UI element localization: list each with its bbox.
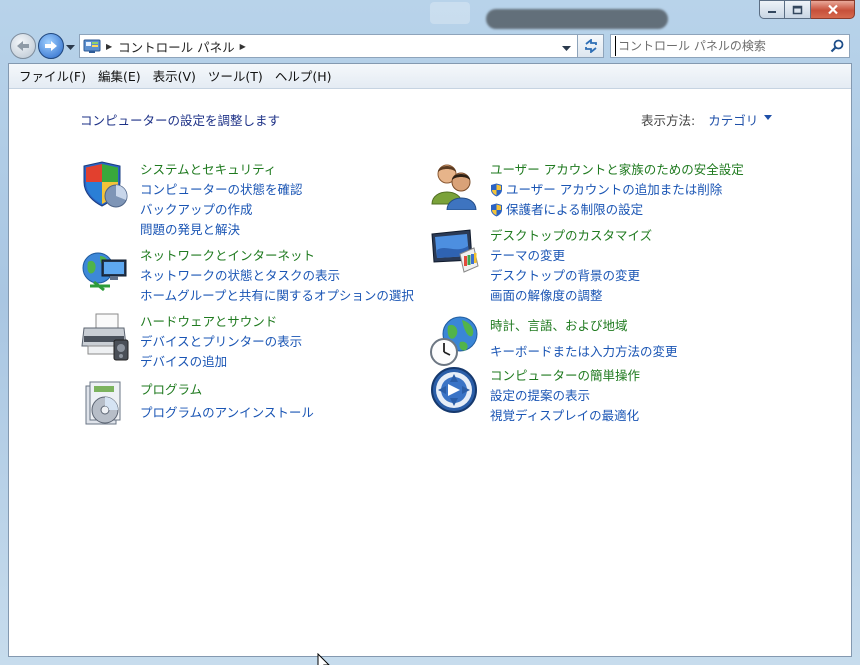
category-title[interactable]: プログラム <box>140 380 314 400</box>
link-create-backup[interactable]: バックアップの作成 <box>140 200 303 220</box>
arrow-left-icon <box>17 41 29 51</box>
refresh-icon <box>584 39 597 53</box>
title-bar[interactable] <box>0 0 860 29</box>
minimize-button[interactable] <box>759 0 785 19</box>
link-add-device[interactable]: デバイスの追加 <box>140 352 302 372</box>
back-button[interactable] <box>10 33 36 59</box>
menu-help[interactable]: ヘルプ(H) <box>269 64 338 89</box>
caption-buttons <box>759 0 855 19</box>
category-title[interactable]: ユーザー アカウントと家族のための安全設定 <box>490 160 744 180</box>
network-icon[interactable] <box>80 246 130 296</box>
link-view-devices-printers[interactable]: デバイスとプリンターの表示 <box>140 332 302 352</box>
mouse-cursor-icon <box>317 653 330 665</box>
link-homegroup-sharing-options[interactable]: ホームグループと共有に関するオプションの選択 <box>140 286 414 306</box>
uac-shield-icon <box>491 183 502 197</box>
breadcrumb-control-panel[interactable]: コントロール パネル <box>118 37 234 56</box>
chevron-down-icon <box>562 46 571 51</box>
clock-globe-icon[interactable] <box>430 316 480 366</box>
category-texts: 時計、言語、および地域 キーボードまたは入力方法の変更 <box>490 316 678 362</box>
shield-icon[interactable] <box>80 160 130 210</box>
main-content: コンピューターの設定を調整します 表示方法: カテゴリ システムとセキュリティ … <box>9 89 851 665</box>
view-by-selector: 表示方法: カテゴリ <box>641 110 773 129</box>
link-label: ユーザー アカウントの追加または削除 <box>506 182 723 197</box>
link-view-network-status[interactable]: ネットワークの状態とタスクの表示 <box>140 266 414 286</box>
window-client-area: ファイル(F) 編集(E) 表示(V) ツール(T) ヘルプ(H) コンピュータ… <box>8 63 852 665</box>
view-by-label: 表示方法: <box>641 113 696 128</box>
background-window-ghost <box>486 9 668 29</box>
link-adjust-screen-resolution[interactable]: 画面の解像度の調整 <box>490 286 652 306</box>
search-box[interactable] <box>610 34 850 58</box>
arrow-right-icon <box>45 41 57 51</box>
maximize-button[interactable] <box>785 0 811 19</box>
control-panel-icon <box>83 39 101 53</box>
menu-edit[interactable]: 編集(E) <box>92 64 147 89</box>
link-optimize-visual-display[interactable]: 視覚ディスプレイの最適化 <box>490 406 640 426</box>
link-label: 保護者による制限の設定 <box>506 202 644 217</box>
breadcrumb-separator-icon[interactable]: ▶ <box>240 42 246 51</box>
category-texts: ハードウェアとサウンド デバイスとプリンターの表示 デバイスの追加 <box>140 312 302 372</box>
chevron-down-icon[interactable] <box>764 115 773 120</box>
category-title[interactable]: システムとセキュリティ <box>140 160 303 180</box>
background-window-ghost <box>430 2 470 24</box>
recent-pages-dropdown[interactable] <box>66 40 75 54</box>
maximize-icon <box>792 5 803 14</box>
category-texts: ネットワークとインターネット ネットワークの状態とタスクの表示 ホームグループと… <box>140 246 414 306</box>
link-find-fix-problems[interactable]: 問題の発見と解決 <box>140 220 303 240</box>
refresh-button[interactable] <box>578 34 604 58</box>
search-input[interactable] <box>615 36 825 56</box>
search-icon[interactable] <box>830 39 844 53</box>
ease-of-access-icon[interactable] <box>430 366 480 416</box>
menu-tools[interactable]: ツール(T) <box>202 64 269 89</box>
category-texts: ユーザー アカウントと家族のための安全設定 ユーザー アカウントの追加または削除… <box>490 160 744 220</box>
close-button[interactable] <box>811 0 855 19</box>
close-icon <box>827 4 838 15</box>
category-title[interactable]: コンピューターの簡単操作 <box>490 366 640 386</box>
menu-view[interactable]: 表示(V) <box>147 64 202 89</box>
category-texts: プログラム プログラムのアンインストール <box>140 380 314 423</box>
category-texts: システムとセキュリティ コンピューターの状態を確認 バックアップの作成 問題の発… <box>140 160 303 240</box>
link-change-desktop-background[interactable]: デスクトップの背景の変更 <box>490 266 652 286</box>
chevron-down-icon <box>66 45 75 50</box>
users-icon[interactable] <box>430 160 480 210</box>
address-history-dropdown[interactable] <box>562 41 571 55</box>
category-texts: コンピューターの簡単操作 設定の提案の表示 視覚ディスプレイの最適化 <box>490 366 640 426</box>
forward-button[interactable] <box>38 33 64 59</box>
link-change-keyboard-input[interactable]: キーボードまたは入力方法の変更 <box>490 342 678 362</box>
display-icon[interactable] <box>430 226 480 276</box>
link-change-theme[interactable]: テーマの変更 <box>490 246 652 266</box>
category-title[interactable]: デスクトップのカスタマイズ <box>490 226 652 246</box>
link-parental-controls[interactable]: 保護者による制限の設定 <box>490 200 744 220</box>
category-title[interactable]: ネットワークとインターネット <box>140 246 414 266</box>
navigation-bar: ▶ コントロール パネル ▶ <box>0 30 860 62</box>
uac-shield-icon <box>491 203 502 217</box>
view-by-dropdown[interactable]: カテゴリ <box>708 110 758 129</box>
programs-icon[interactable] <box>80 380 130 430</box>
menu-bar: ファイル(F) 編集(E) 表示(V) ツール(T) ヘルプ(H) <box>9 64 851 89</box>
minimize-icon <box>768 10 776 13</box>
address-bar[interactable]: ▶ コントロール パネル ▶ <box>79 34 578 58</box>
breadcrumb-separator-icon: ▶ <box>106 41 113 51</box>
link-check-computer-status[interactable]: コンピューターの状態を確認 <box>140 180 303 200</box>
printer-icon[interactable] <box>80 312 130 362</box>
link-uninstall-program[interactable]: プログラムのアンインストール <box>140 403 314 423</box>
category-title[interactable]: ハードウェアとサウンド <box>140 312 302 332</box>
link-view-recommended-settings[interactable]: 設定の提案の表示 <box>490 386 640 406</box>
menu-file[interactable]: ファイル(F) <box>13 64 92 89</box>
page-title: コンピューターの設定を調整します <box>80 113 281 128</box>
category-title[interactable]: 時計、言語、および地域 <box>490 316 678 336</box>
link-add-remove-user-accounts[interactable]: ユーザー アカウントの追加または削除 <box>490 180 744 200</box>
category-texts: デスクトップのカスタマイズ テーマの変更 デスクトップの背景の変更 画面の解像度… <box>490 226 652 306</box>
